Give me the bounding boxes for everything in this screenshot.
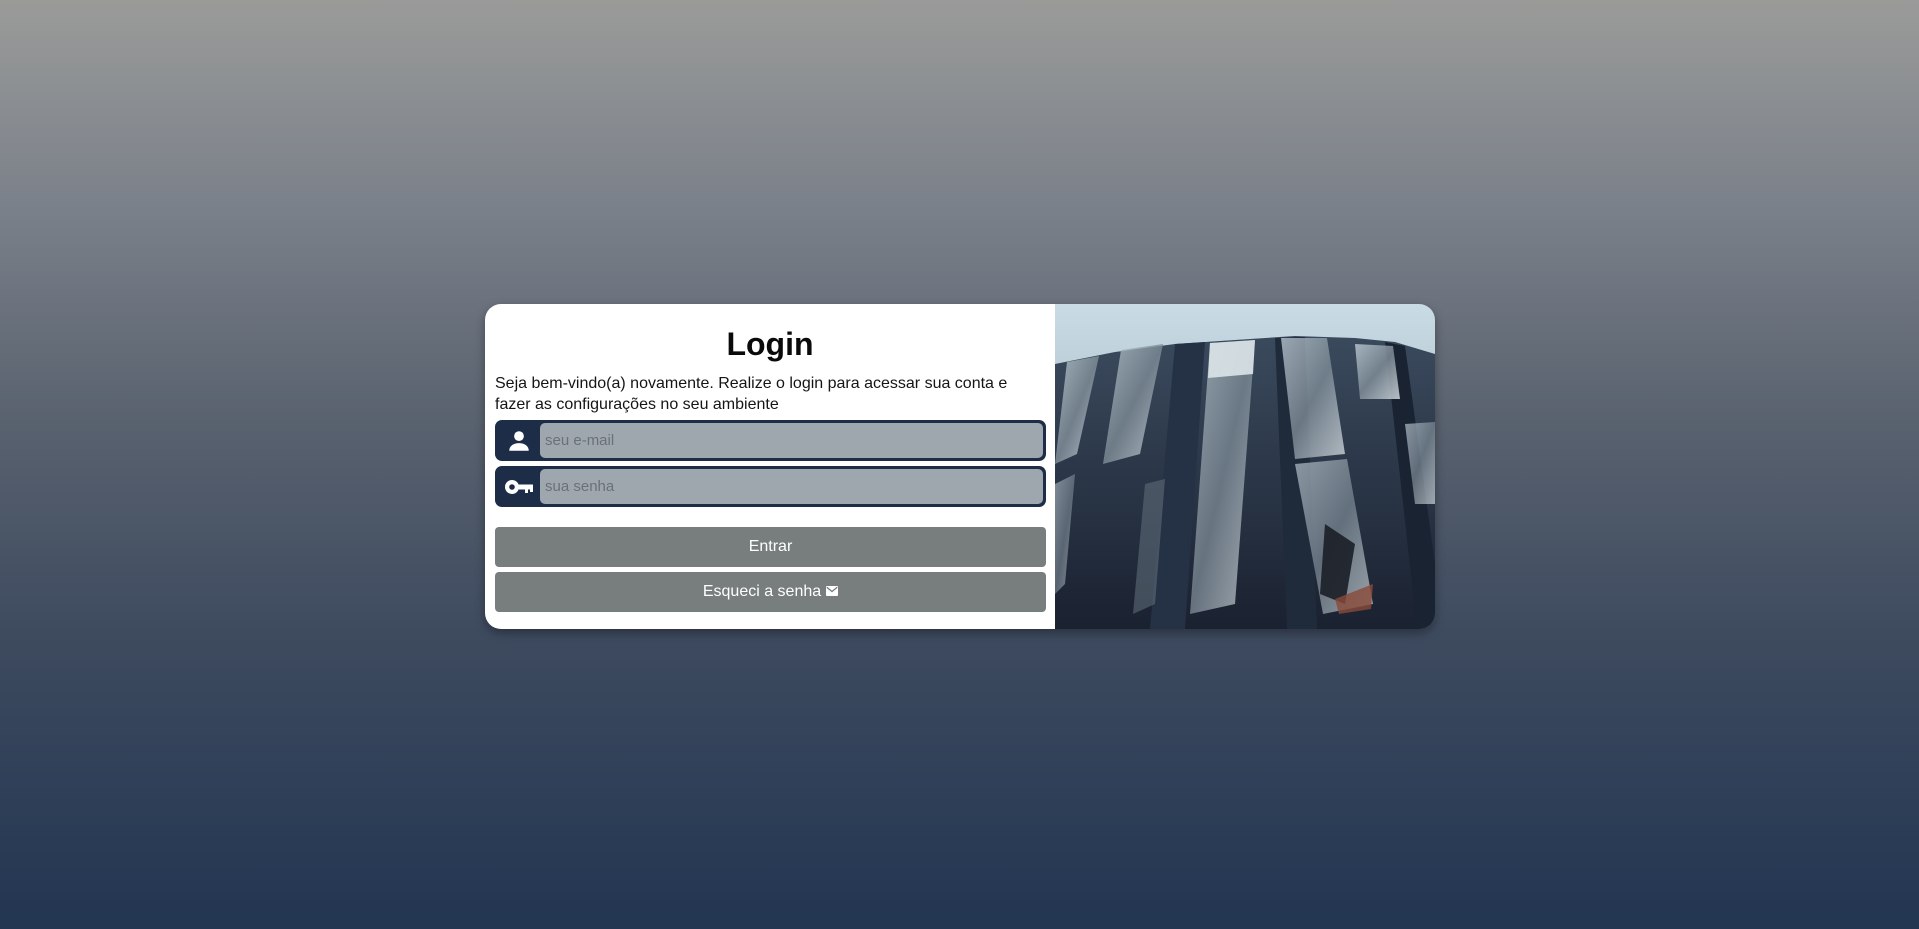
building-photo <box>1055 304 1435 629</box>
page-title: Login <box>726 326 814 362</box>
envelope-icon <box>826 583 839 601</box>
password-input[interactable] <box>540 469 1043 504</box>
login-button-label: Entrar <box>748 538 793 555</box>
login-button[interactable]: Entrar <box>495 527 1046 567</box>
email-input[interactable] <box>540 423 1043 458</box>
welcome-text: Seja bem-vindo(a) novamente. Realize o l… <box>495 375 1008 413</box>
email-field-group <box>495 420 1046 461</box>
login-form: Login Seja bem-vindo(a) novamente. Reali… <box>485 304 1055 629</box>
forgot-password-label: Esqueci a senha <box>702 583 822 600</box>
login-card: Login Seja bem-vindo(a) novamente. Reali… <box>485 304 1435 629</box>
user-icon <box>498 423 540 458</box>
forgot-password-button[interactable]: Esqueci a senha <box>495 572 1046 612</box>
key-icon <box>498 469 540 504</box>
password-field-group <box>495 466 1046 507</box>
